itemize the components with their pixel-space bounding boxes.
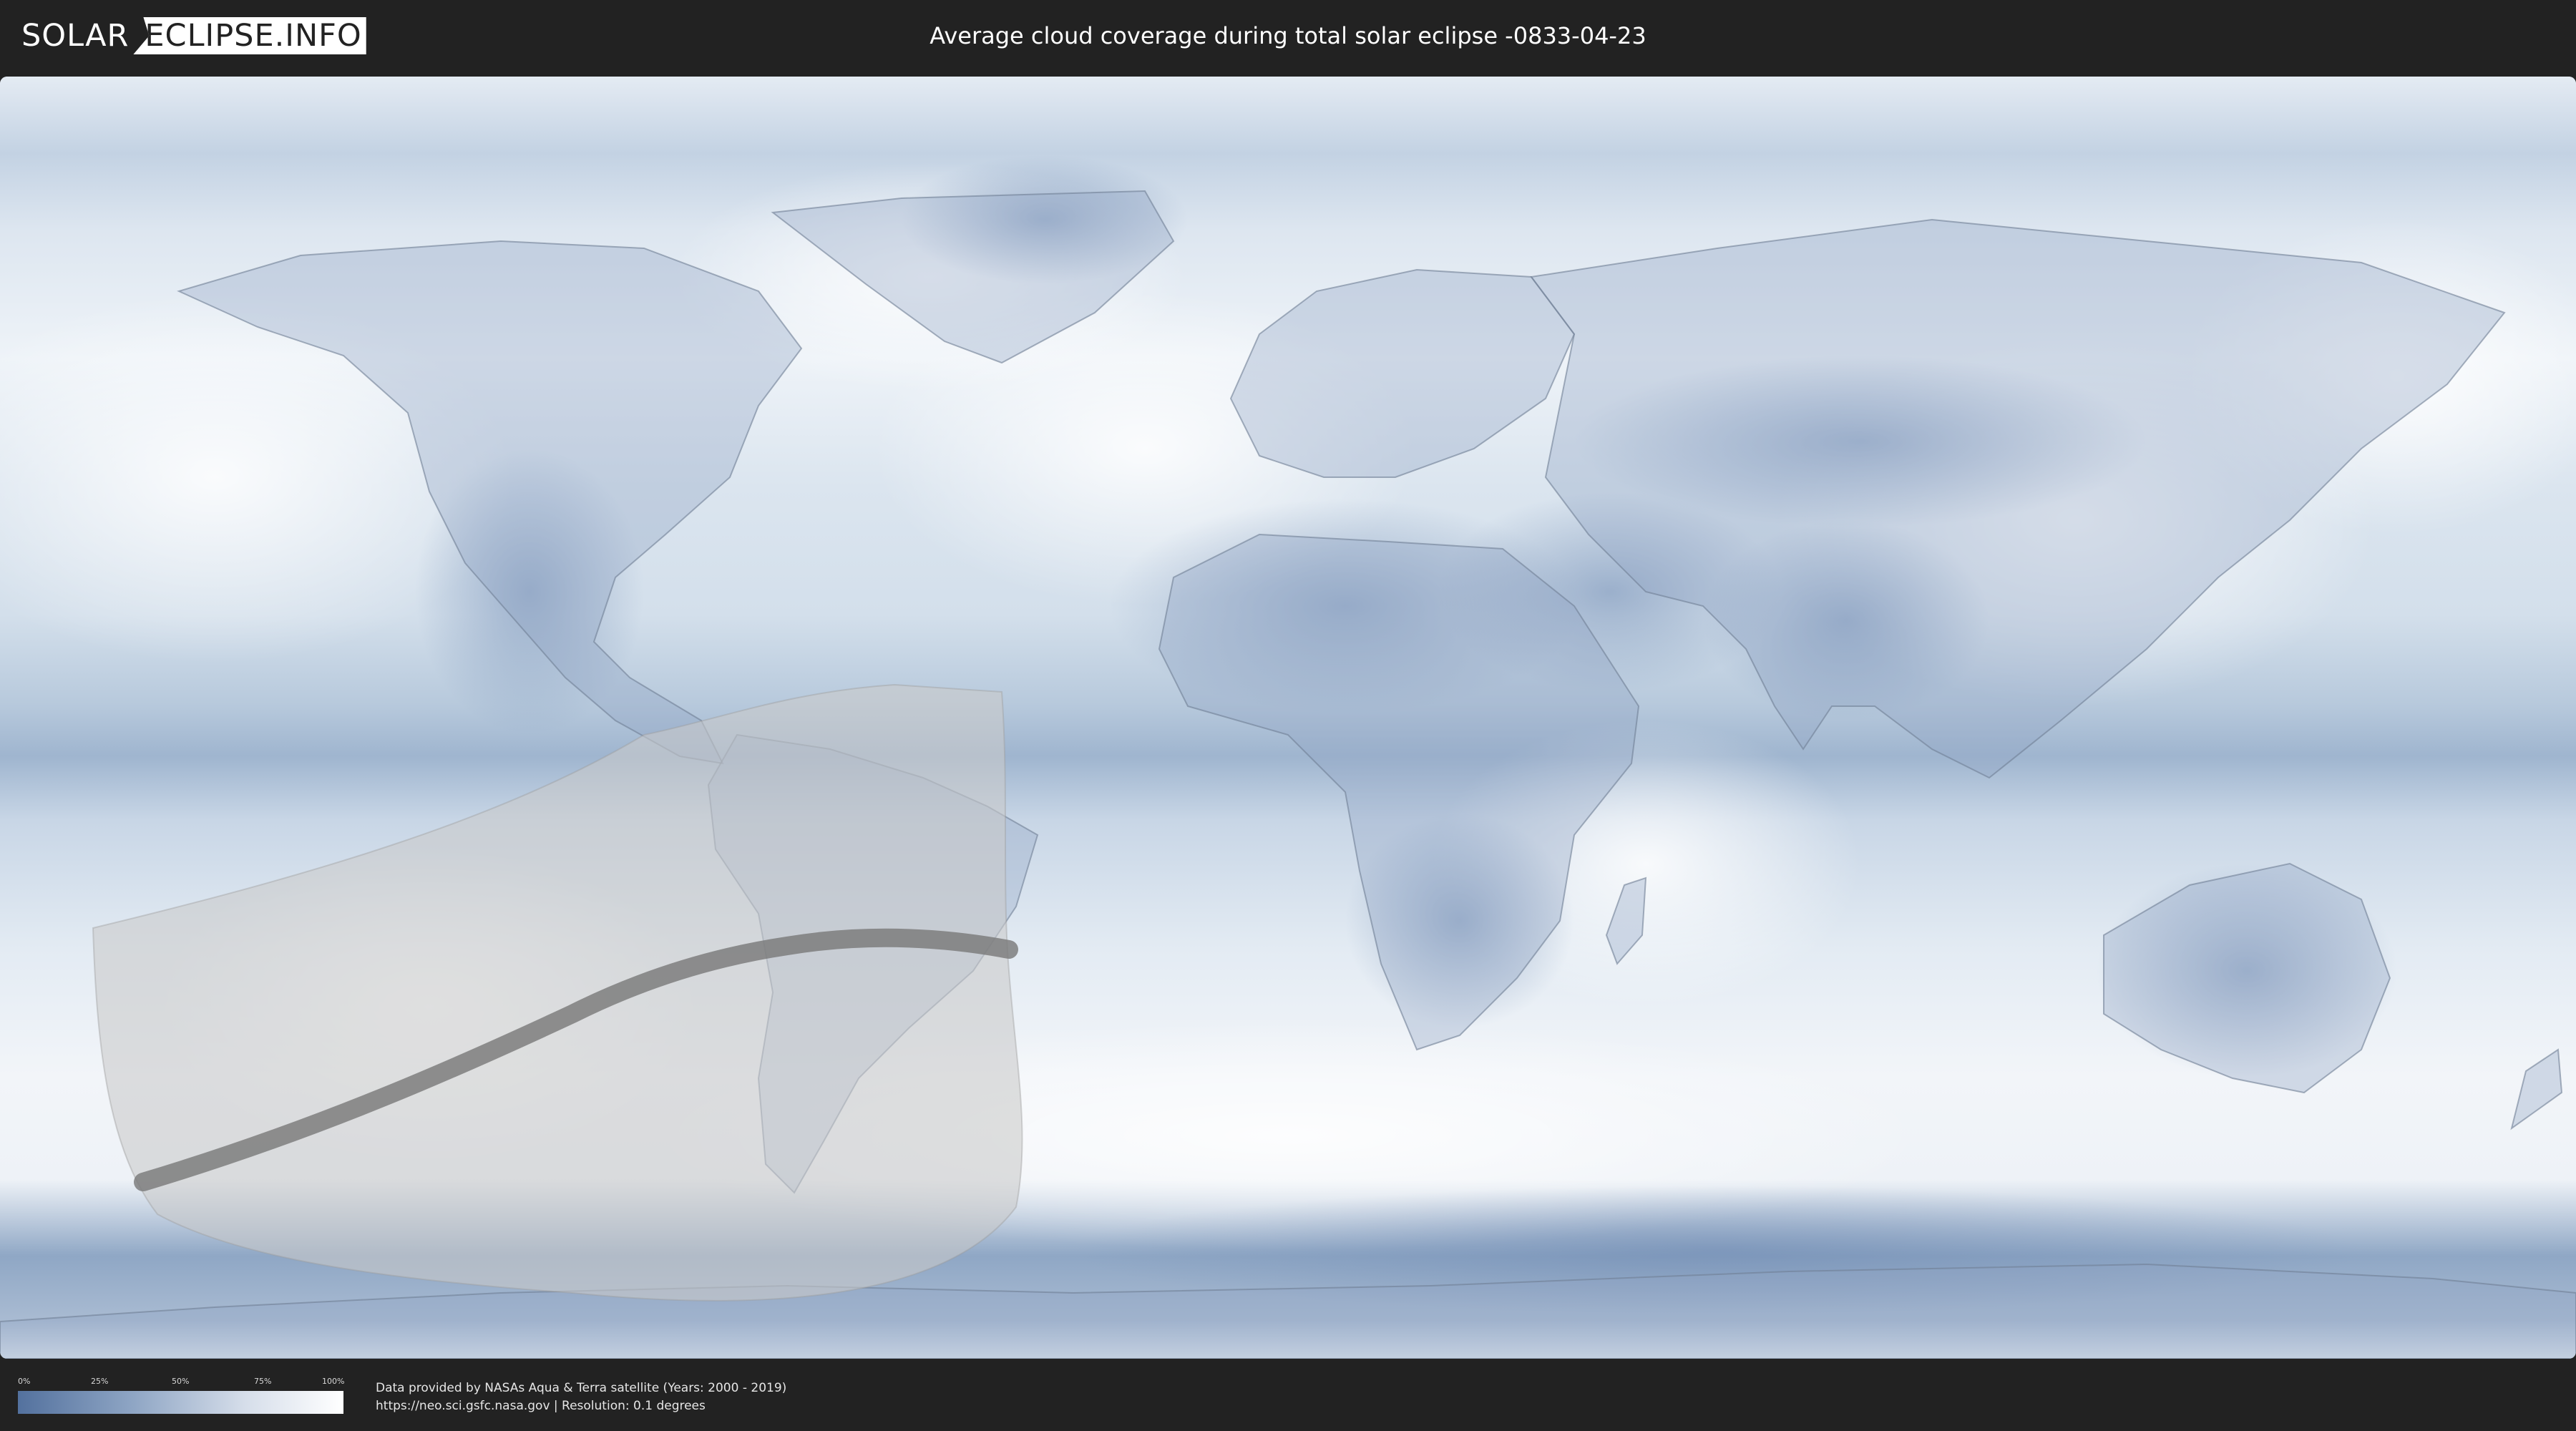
credit-line-url[interactable]: https://neo.sci.gsfc.nasa.gov | Resoluti…: [376, 1397, 786, 1415]
legend-tick-0: 0%: [18, 1377, 31, 1386]
cloud-coverage-legend: 0% 25% 50% 75% 100%: [18, 1377, 345, 1427]
data-credits: Data provided by NASAs Aqua & Terra sate…: [376, 1379, 786, 1415]
legend-tick-75: 75%: [254, 1377, 272, 1386]
footer-bar: 0% 25% 50% 75% 100% Data provided by NAS…: [0, 1359, 2576, 1431]
page-title: Average cloud coverage during total sola…: [930, 22, 1646, 49]
cloud-coverage-map[interactable]: [0, 77, 2576, 1359]
legend-gradient-bar: [18, 1391, 343, 1414]
credit-line-source: Data provided by NASAs Aqua & Terra sate…: [376, 1381, 787, 1395]
legend-tick-25: 25%: [91, 1377, 109, 1386]
legend-tick-50: 50%: [172, 1377, 190, 1386]
legend-tick-100: 100%: [322, 1377, 345, 1386]
map-canvas: [0, 77, 2576, 1359]
header-bar: SOLAR ECLIPSE.INFO Average cloud coverag…: [0, 0, 2576, 72]
page: SOLAR ECLIPSE.INFO Average cloud coverag…: [0, 0, 2576, 1431]
